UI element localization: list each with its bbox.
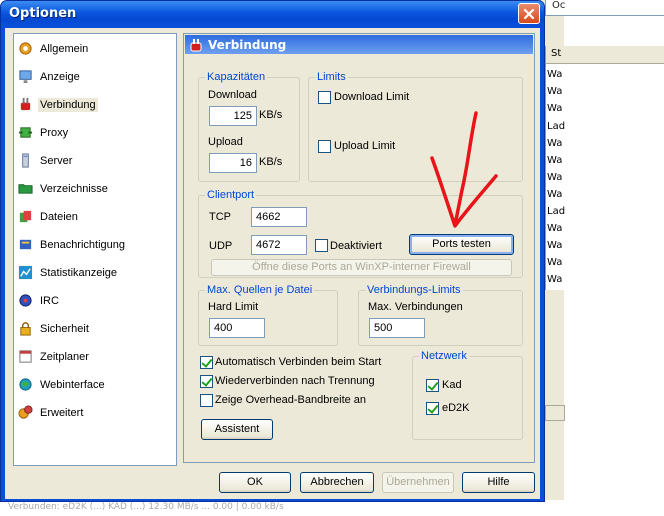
red-annotation-arrow: [430, 111, 498, 228]
